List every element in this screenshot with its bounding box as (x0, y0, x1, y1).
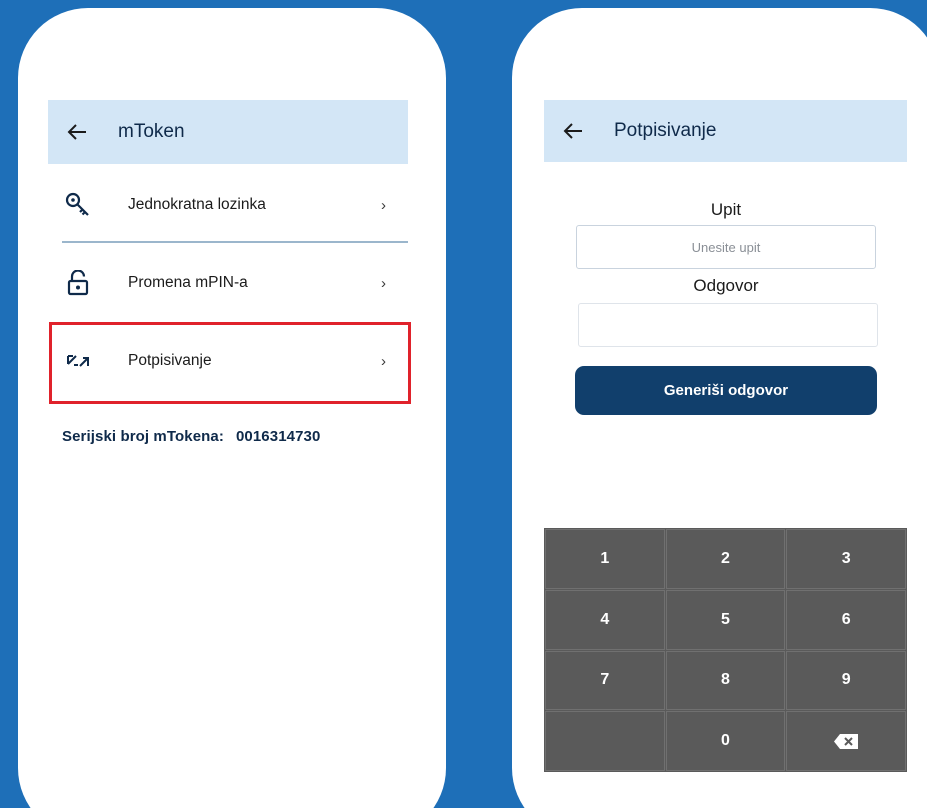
key-3[interactable]: 3 (786, 529, 906, 589)
menu-item-change-mpin[interactable]: Promena mPIN-a › (48, 248, 408, 318)
query-input[interactable] (576, 225, 876, 269)
backspace-key[interactable] (786, 711, 906, 771)
key-icon (64, 191, 92, 219)
chevron-right-icon: › (381, 274, 386, 292)
key-5[interactable]: 5 (665, 589, 786, 650)
page-title: Potpisivanje (614, 120, 717, 141)
page-title: mToken (118, 121, 185, 142)
backspace-icon (834, 733, 859, 749)
key-0[interactable]: 0 (665, 711, 786, 771)
menu-item-one-time-password[interactable]: Jednokratna lozinka › (48, 170, 408, 240)
key-6[interactable]: 6 (786, 589, 906, 650)
key-empty (545, 711, 665, 771)
menu-item-label: Promena mPIN-a (128, 274, 248, 291)
left-phone-screen: mToken Jednokratna lozinka › Promena mPI… (18, 8, 446, 808)
query-label: Upit (710, 200, 742, 219)
key-7[interactable]: 7 (545, 650, 665, 711)
right-phone-screen: Potpisivanje Upit Odgovor Generiši odgov… (512, 8, 927, 808)
back-arrow-icon[interactable] (560, 118, 586, 144)
answer-field[interactable] (578, 303, 878, 347)
generate-answer-button[interactable]: Generiši odgovor (575, 366, 877, 415)
serial-number-value: 0016314730 (235, 428, 321, 445)
app-bar: mToken (48, 100, 408, 164)
menu-item-label: Jednokratna lozinka (128, 196, 266, 213)
chevron-right-icon: › (381, 196, 386, 214)
key-2[interactable]: 2 (665, 529, 786, 589)
key-8[interactable]: 8 (665, 650, 786, 711)
app-bar: Potpisivanje (544, 100, 907, 162)
unlock-icon (64, 269, 92, 297)
key-1[interactable]: 1 (545, 529, 665, 589)
numeric-keypad: 1 2 3 4 5 6 7 8 9 0 (544, 528, 907, 772)
key-4[interactable]: 4 (545, 589, 665, 650)
highlight-box (49, 322, 411, 404)
answer-label: Odgovor (693, 276, 759, 295)
serial-number: Serijski broj mTokena: 0016314730 (62, 428, 320, 445)
serial-number-label: Serijski broj mTokena: (62, 428, 224, 445)
divider (62, 241, 408, 243)
key-9[interactable]: 9 (786, 650, 906, 711)
back-arrow-icon[interactable] (64, 119, 90, 145)
